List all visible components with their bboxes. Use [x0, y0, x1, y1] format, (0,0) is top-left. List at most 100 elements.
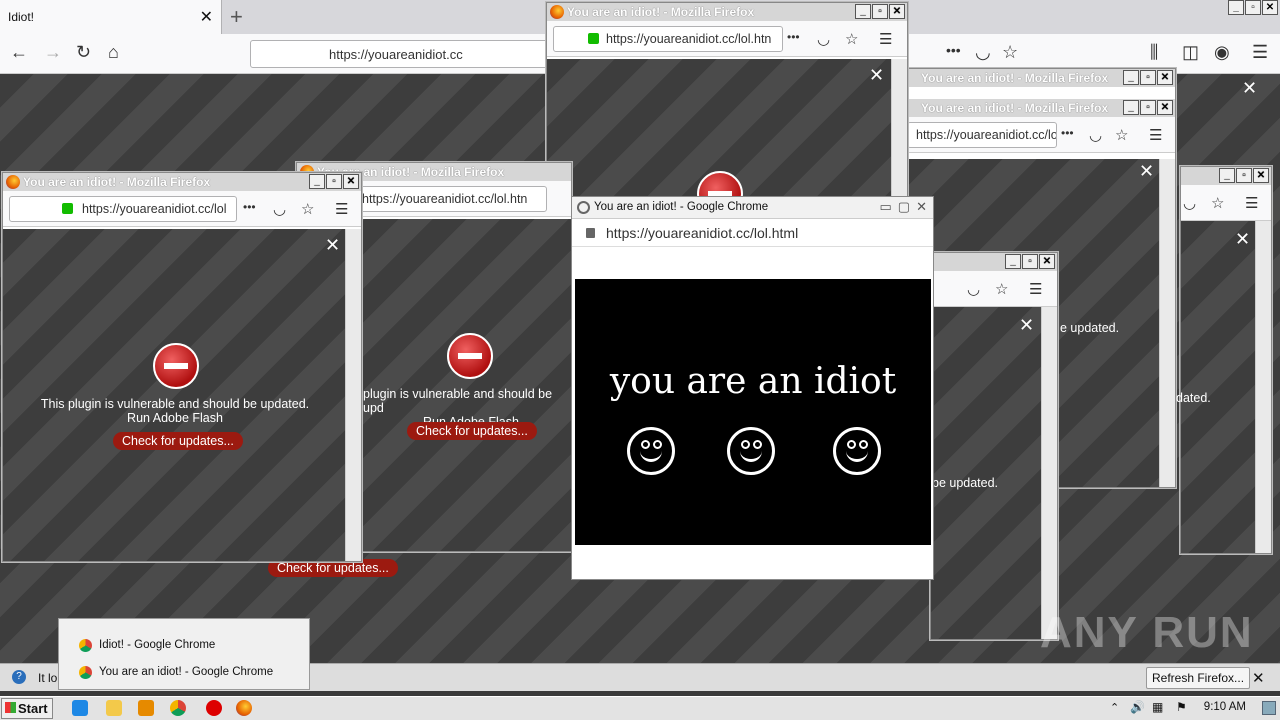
pocket-icon[interactable]: ◡	[967, 280, 980, 298]
chrome-popup-window[interactable]: You are an idiot! - Google Chrome ▭ ▢ ✕ ht…	[571, 196, 934, 580]
page-actions-icon[interactable]: •••	[243, 200, 256, 214]
menu-icon[interactable]: ☰	[1252, 42, 1268, 63]
chrome-url-bar[interactable]: https://youareanidiot.cc/lol.html	[572, 219, 933, 247]
page-actions-icon[interactable]: •••	[1061, 126, 1074, 140]
minimize-icon[interactable]: _	[1123, 100, 1139, 115]
maximize-icon[interactable]: ▫	[1022, 254, 1038, 269]
pocket-icon[interactable]: ◡	[817, 30, 830, 48]
minimize-icon[interactable]: _	[1228, 0, 1244, 15]
bookmark-star-icon[interactable]: ☆	[845, 30, 858, 48]
page-actions-icon[interactable]: •••	[946, 42, 961, 58]
close-icon[interactable]: ✕	[1019, 315, 1034, 336]
pocket-icon[interactable]: ◡	[1183, 194, 1196, 212]
maximize-icon[interactable]: ▫	[1140, 70, 1156, 85]
home-icon[interactable]: ⌂	[108, 42, 119, 63]
scrollbar[interactable]	[1041, 307, 1057, 639]
popup-window-right-2[interactable]: _ ▫ ✕ ◡ ☆ ☰ ✕	[1180, 166, 1272, 554]
new-tab-icon[interactable]: +	[230, 4, 243, 30]
check-updates-button[interactable]: Check for updates...	[113, 432, 243, 450]
url-bar[interactable]: https://youareanidiot.cc/lol.htn	[553, 26, 783, 52]
chrome-icon[interactable]	[170, 700, 186, 716]
window-title: You are an idiot! - Mozilla Firefox _ ▫ ✕	[3, 173, 361, 191]
minimize-icon[interactable]: ▭	[880, 199, 892, 215]
menu-icon[interactable]: ☰	[879, 30, 892, 48]
flag-icon[interactable]: ⚑	[1176, 700, 1187, 714]
pocket-icon[interactable]: ◡	[975, 42, 991, 63]
network-icon[interactable]: ▦	[1152, 700, 1163, 714]
library-icon[interactable]: ⫼	[1150, 42, 1158, 63]
globe-icon	[577, 201, 590, 214]
close-icon[interactable]: ✕	[916, 199, 927, 215]
jumplist-item[interactable]: Idiot! - Google Chrome	[79, 639, 215, 652]
forward-icon[interactable]: →	[44, 42, 62, 63]
url-bar[interactable]: https://youareanidiot.cc/lol.htn	[907, 122, 1057, 148]
close-icon[interactable]: ✕	[1242, 78, 1257, 99]
clock[interactable]: 9:10 AM	[1204, 701, 1246, 713]
account-icon[interactable]: ◉	[1214, 42, 1230, 63]
firefox-icon[interactable]	[236, 700, 252, 716]
check-updates-button[interactable]: Check for updates...	[407, 422, 537, 440]
bookmark-star-icon[interactable]: ☆	[1115, 126, 1128, 144]
popup-window-right-3[interactable]: _ ▫ ✕ ◡ ☆ ☰ ✕	[930, 252, 1058, 640]
minimize-icon[interactable]: _	[1219, 168, 1235, 183]
menu-icon[interactable]: ☰	[1149, 126, 1162, 144]
reload-icon[interactable]: ↻	[76, 42, 91, 63]
show-desktop-icon[interactable]	[1262, 701, 1276, 715]
close-icon[interactable]: ✕	[343, 174, 359, 189]
close-icon[interactable]: ✕	[1039, 254, 1055, 269]
ie-icon[interactable]	[72, 700, 88, 716]
close-icon[interactable]: ✕	[889, 4, 905, 19]
pocket-icon[interactable]: ◡	[273, 200, 286, 218]
url-bar[interactable]: https://youareanidiot.cc/lol.htn	[357, 186, 547, 212]
maximize-icon[interactable]: ▫	[1236, 168, 1252, 183]
plugin-message-fragment: be updated.	[932, 476, 999, 490]
scrollbar[interactable]	[1255, 221, 1271, 553]
minimize-icon[interactable]: _	[1123, 70, 1139, 85]
minimize-icon[interactable]: _	[855, 4, 871, 19]
maximize-icon[interactable]: ▫	[1140, 100, 1156, 115]
refresh-firefox-button[interactable]: Refresh Firefox...	[1146, 667, 1251, 689]
idiot-headline: you are an idiot	[609, 361, 897, 402]
maximize-icon[interactable]: ▫	[326, 174, 342, 189]
tray-arrow-icon[interactable]: ⌃	[1110, 701, 1119, 714]
close-icon[interactable]: ✕	[1252, 669, 1265, 687]
bookmark-star-icon[interactable]: ☆	[1211, 194, 1224, 212]
close-icon[interactable]: ✕	[1262, 0, 1278, 15]
close-tab-icon[interactable]: ✕	[200, 7, 213, 27]
scrollbar[interactable]	[1159, 159, 1175, 487]
minimize-icon[interactable]: _	[1005, 254, 1021, 269]
menu-icon[interactable]: ☰	[1245, 194, 1258, 212]
bookmark-star-icon[interactable]: ☆	[995, 280, 1008, 298]
minimize-icon[interactable]: _	[309, 174, 325, 189]
plugin-message-line2: Run Adobe Flash	[127, 411, 223, 425]
scrollbar[interactable]	[345, 229, 361, 561]
opera-icon[interactable]	[206, 700, 222, 716]
menu-icon[interactable]: ☰	[335, 200, 348, 218]
tab-idiot[interactable]: Idiot! ✕	[0, 0, 222, 34]
speaker-icon[interactable]: 🔊	[1130, 700, 1145, 714]
start-button[interactable]: Start	[1, 698, 53, 719]
close-icon[interactable]: ✕	[1235, 229, 1250, 250]
close-icon[interactable]: ✕	[325, 235, 340, 256]
popup-window-left[interactable]: You are an idiot! - Mozilla Firefox _ ▫ ✕ h…	[2, 172, 362, 562]
close-icon[interactable]: ✕	[869, 65, 884, 86]
page-actions-icon[interactable]: •••	[787, 30, 800, 44]
jumplist-item[interactable]: You are an idiot! - Google Chrome	[79, 666, 273, 679]
maximize-icon[interactable]: ▫	[872, 4, 888, 19]
bookmark-star-icon[interactable]: ☆	[1002, 42, 1018, 63]
back-icon[interactable]: ←	[10, 42, 28, 63]
close-icon[interactable]: ✕	[1157, 100, 1173, 115]
main-url-bar[interactable]: https://youareanidiot.cc	[250, 40, 550, 68]
close-icon[interactable]: ✕	[1139, 161, 1154, 182]
menu-icon[interactable]: ☰	[1029, 280, 1042, 298]
folder-icon[interactable]	[106, 700, 122, 716]
close-icon[interactable]: ✕	[1253, 168, 1269, 183]
url-bar[interactable]: https://youareanidiot.cc/lol	[9, 196, 237, 222]
maximize-icon[interactable]: ▫	[1245, 0, 1261, 15]
sidebar-icon[interactable]: ◫	[1182, 42, 1199, 63]
close-icon[interactable]: ✕	[1157, 70, 1173, 85]
bookmark-star-icon[interactable]: ☆	[301, 200, 314, 218]
pocket-icon[interactable]: ◡	[1089, 126, 1102, 144]
maximize-icon[interactable]: ▢	[898, 199, 910, 215]
media-player-icon[interactable]	[138, 700, 154, 716]
